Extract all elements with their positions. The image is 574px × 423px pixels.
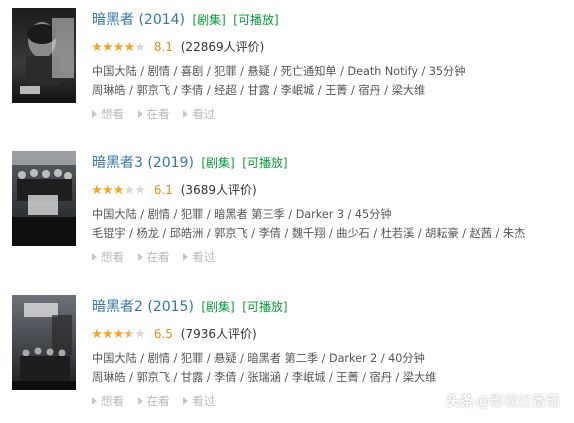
rating-votes: (22869人评价) — [180, 40, 265, 54]
title-row: 暗黑者 (2014) [剧集] [可播放] — [92, 10, 279, 30]
tag-series[interactable]: [剧集] — [192, 13, 225, 27]
star-filled-icon — [92, 328, 102, 338]
star-filled-icon — [113, 41, 124, 51]
poster-image-2015 — [12, 295, 76, 390]
action-label: 看过 — [192, 394, 216, 408]
rating-score: 8.1 — [153, 40, 173, 54]
watched-button[interactable]: 看过 — [183, 106, 215, 122]
rating-score: 6.5 — [153, 327, 173, 341]
poster-thumbnail[interactable] — [12, 295, 76, 390]
list-item: 暗黑者2 (2015) [剧集] [可播放] 6.5 (7936人评价) 中国大… — [0, 287, 574, 409]
star-filled-icon — [124, 328, 130, 338]
watched-button[interactable]: 看过 — [183, 249, 215, 265]
play-icon — [92, 253, 97, 261]
title-row: 暗黑者3 (2019) [剧集] [可播放] — [92, 153, 288, 173]
rating-row: 6.5 (7936人评价) — [92, 325, 257, 343]
action-row: 想看 在看 看过 — [92, 393, 225, 409]
play-icon — [183, 397, 189, 405]
star-filled-icon — [92, 41, 102, 51]
play-icon — [183, 253, 189, 261]
star-filled-icon — [113, 184, 124, 194]
rating-row: 6.1 (3689人评价) — [92, 181, 257, 199]
action-label: 看过 — [192, 107, 216, 121]
rating-stars — [92, 41, 146, 52]
play-icon — [92, 397, 97, 405]
star-filled-icon — [124, 41, 135, 51]
action-label: 想看 — [101, 394, 124, 408]
watching-button[interactable]: 在看 — [137, 106, 170, 122]
tag-playable[interactable]: [可播放] — [233, 13, 278, 27]
play-icon — [183, 110, 189, 118]
result-list: 暗黑者 (2014) [剧集] [可播放] 8.1 (22869人评价) 中国大… — [0, 0, 574, 423]
action-label: 想看 — [101, 250, 124, 264]
cast-info: 周琳皓 / 郭京飞 / 李倩 / 经超 / 甘露 / 李岷城 / 王菁 / 宿丹… — [92, 84, 426, 97]
meta-info: 中国大陆 / 剧情 / 犯罪 / 暗黑者 第三季 / Darker 3 / 45… — [92, 208, 392, 221]
action-label: 在看 — [146, 250, 170, 264]
watching-button[interactable]: 在看 — [137, 393, 170, 409]
rating-votes: (7936人评价) — [180, 327, 257, 341]
meta-info: 中国大陆 / 剧情 / 喜剧 / 犯罪 / 悬疑 / 死亡通知单 / Death… — [92, 65, 466, 78]
action-row: 想看 在看 看过 — [92, 249, 225, 265]
rating-stars — [92, 184, 146, 195]
poster-image-2014 — [12, 8, 76, 103]
play-icon — [137, 253, 143, 261]
toutiao-logo: 头条 — [446, 394, 474, 410]
poster-thumbnail[interactable] — [12, 151, 76, 246]
title-row: 暗黑者2 (2015) [剧集] [可播放] — [92, 297, 288, 317]
star-filled-icon — [113, 328, 124, 338]
action-label: 看过 — [192, 250, 216, 264]
list-item: 暗黑者3 (2019) [剧集] [可播放] 6.1 (3689人评价) 中国大… — [0, 143, 574, 265]
star-filled-icon — [102, 184, 113, 194]
star-rating-graphic — [92, 184, 146, 194]
cast-info: 毛锟宇 / 杨龙 / 邱皓洲 / 郭京飞 / 李倩 / 魏千翔 / 曲少石 / … — [92, 227, 526, 240]
want-to-watch-button[interactable]: 想看 — [92, 106, 124, 122]
action-label: 想看 — [101, 107, 124, 121]
rating-row: 8.1 (22869人评价) — [92, 38, 264, 56]
watching-button[interactable]: 在看 — [137, 249, 170, 265]
play-icon — [92, 110, 97, 118]
play-icon — [137, 110, 143, 118]
star-empty-icon — [135, 184, 146, 194]
watermark-at: @ — [476, 394, 490, 410]
item-title-link[interactable]: 暗黑者2 (2015) — [92, 299, 194, 315]
item-title-link[interactable]: 暗黑者 (2014) — [92, 12, 185, 28]
star-rating-graphic — [92, 41, 146, 51]
tag-playable[interactable]: [可播放] — [242, 156, 287, 170]
play-icon — [137, 397, 143, 405]
want-to-watch-button[interactable]: 想看 — [92, 393, 124, 409]
rating-score: 6.1 — [153, 183, 173, 197]
action-label: 在看 — [146, 394, 170, 408]
poster-image-2019 — [12, 151, 76, 246]
star-filled-icon — [92, 184, 102, 194]
action-label: 在看 — [146, 107, 170, 121]
star-empty-icon — [124, 184, 135, 194]
star-empty-icon — [135, 41, 146, 51]
watermark-account: 影视烂番茄 — [490, 394, 560, 410]
star-rating-graphic — [92, 328, 146, 338]
rating-votes: (3689人评价) — [180, 183, 257, 197]
star-empty-icon — [135, 328, 146, 338]
poster-thumbnail[interactable] — [12, 8, 76, 103]
list-item: 暗黑者 (2014) [剧集] [可播放] 8.1 (22869人评价) 中国大… — [0, 0, 574, 122]
watermark: 头条 @影视烂番茄 — [446, 391, 560, 413]
tag-playable[interactable]: [可播放] — [242, 300, 287, 314]
star-filled-icon — [102, 328, 113, 338]
tag-series[interactable]: [剧集] — [201, 300, 234, 314]
watched-button[interactable]: 看过 — [183, 393, 215, 409]
star-filled-icon — [102, 41, 113, 51]
cast-info: 周琳皓 / 郭京飞 / 甘露 / 李倩 / 张瑞涵 / 李岷城 / 王菁 / 宿… — [92, 371, 437, 384]
tag-series[interactable]: [剧集] — [201, 156, 234, 170]
want-to-watch-button[interactable]: 想看 — [92, 249, 124, 265]
action-row: 想看 在看 看过 — [92, 106, 225, 122]
rating-stars — [92, 328, 146, 339]
item-title-link[interactable]: 暗黑者3 (2019) — [92, 155, 194, 171]
meta-info: 中国大陆 / 剧情 / 犯罪 / 悬疑 / 暗黑者 第二季 / Darker 2… — [92, 352, 425, 365]
